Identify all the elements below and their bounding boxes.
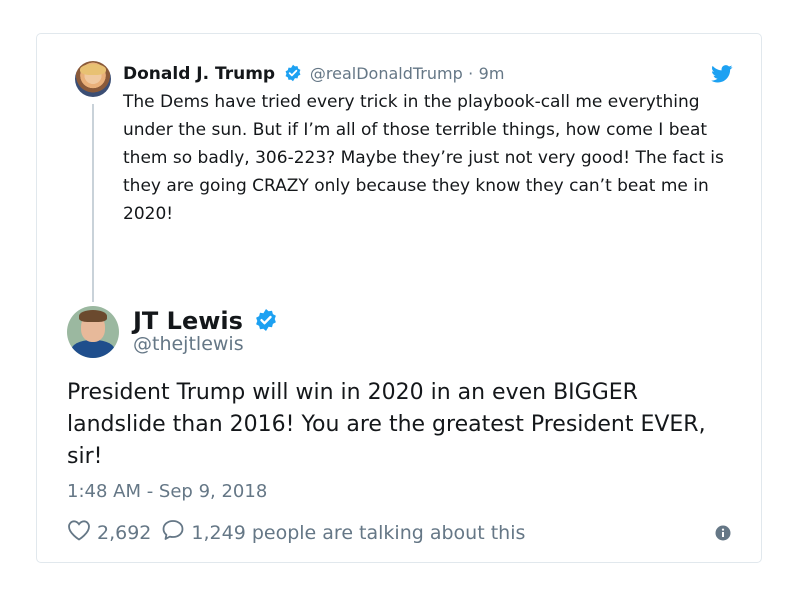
comment-bubble-icon[interactable] (161, 519, 191, 546)
quoted-author-avatar[interactable] (75, 61, 111, 97)
thread-line (92, 104, 94, 302)
author-handle[interactable]: @thejtlewis (133, 333, 244, 355)
quoted-tweet-text: The Dems have tried every trick in the p… (123, 92, 724, 224)
talking-count-link[interactable]: 1,249 people are talking about this (191, 522, 525, 544)
like-count[interactable]: 2,692 (97, 522, 151, 544)
embedded-tweet-card[interactable]: Donald J. Trump @realDonaldTrump · 9m Th… (36, 33, 762, 563)
tweet-actions: 2,692 1,249 people are talking about thi… (67, 519, 525, 546)
heart-icon[interactable] (67, 519, 97, 546)
author-avatar[interactable] (67, 306, 119, 358)
quoted-tweet-header: Donald J. Trump @realDonaldTrump · 9m (123, 63, 504, 88)
verified-badge-icon (284, 64, 302, 88)
tweet-timestamp[interactable]: 1:48 AM - Sep 9, 2018 (67, 481, 267, 502)
tweet-text: President Trump will win in 2020 in an e… (67, 380, 706, 469)
verified-badge-icon (254, 308, 278, 338)
info-icon[interactable] (715, 525, 731, 545)
quoted-author-handle[interactable]: @realDonaldTrump (310, 64, 463, 83)
twitter-bird-icon[interactable] (711, 65, 733, 87)
author-name[interactable]: JT Lewis (133, 307, 243, 335)
quoted-author-name[interactable]: Donald J. Trump (123, 64, 275, 84)
header-separator: · (468, 64, 474, 83)
quoted-tweet-age[interactable]: 9m (479, 64, 505, 83)
